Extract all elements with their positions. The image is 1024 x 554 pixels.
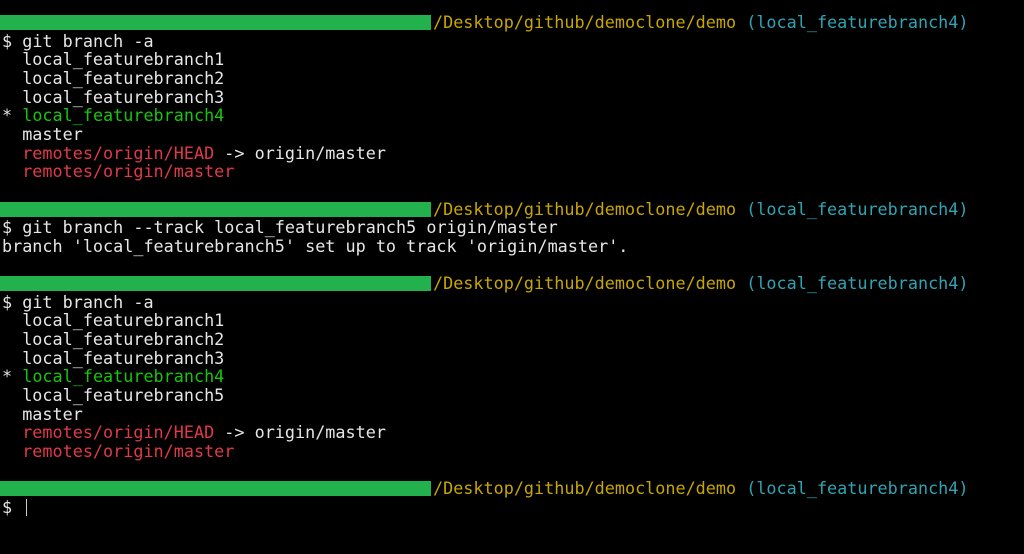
output-text: local_featurebranch3 <box>2 347 225 368</box>
prompt-path: /Desktop/github/democlone/demo <box>433 273 737 294</box>
prompt-line: /Desktop/github/democlone/demo (local_fe… <box>433 13 969 32</box>
output-line: master <box>2 123 83 144</box>
prompt-user-host-bar <box>0 201 431 217</box>
command-line: $ git branch --track local_featurebranch… <box>2 218 558 237</box>
text-cursor[interactable] <box>26 499 28 517</box>
remote-branch: remotes/origin/HEAD <box>2 142 215 163</box>
current-branch: local_featurebranch4 <box>22 105 225 126</box>
current-branch-marker: * <box>2 366 23 387</box>
branch-target: -> origin/master <box>214 422 386 443</box>
output-text: local_featurebranch1 <box>2 49 225 70</box>
output-line: * local_featurebranch4 <box>2 106 224 125</box>
output-line: local_featurebranch1 <box>2 50 224 69</box>
output-text: local_featurebranch3 <box>2 86 225 107</box>
prompt-line: /Desktop/github/democlone/demo (local_fe… <box>433 198 969 219</box>
prompt-user-host-bar <box>0 276 431 292</box>
prompt-branch: (local_featurebranch4) <box>746 12 969 32</box>
output-text: local_featurebranch2 <box>2 329 225 350</box>
prompt-line: /Desktop/github/democlone/demo (local_fe… <box>433 479 969 498</box>
current-branch: local_featurebranch4 <box>22 366 225 387</box>
command-line: $ git branch -a <box>2 30 154 51</box>
output-text: master <box>2 403 83 424</box>
output-line: remotes/origin/master <box>2 162 234 181</box>
output-line: master <box>2 403 83 424</box>
output-line: local_featurebranch5 <box>2 386 224 405</box>
prompt-symbol: $ <box>2 291 23 312</box>
current-branch-marker: * <box>2 105 23 126</box>
command-line[interactable]: $ <box>2 496 28 517</box>
prompt-branch: (local_featurebranch4) <box>746 273 969 294</box>
output-line: remotes/origin/HEAD -> origin/master <box>2 423 386 442</box>
prompt-symbol: $ <box>2 30 23 51</box>
output-line: remotes/origin/master <box>2 440 235 461</box>
branch-target: -> origin/master <box>214 142 386 163</box>
output-line: local_featurebranch1 <box>2 311 224 330</box>
command-text: git branch --track local_featurebranch5 … <box>22 217 558 238</box>
prompt-branch: (local_featurebranch4) <box>746 478 969 499</box>
prompt-line: /Desktop/github/democlone/demo (local_fe… <box>433 274 969 293</box>
output-line: local_featurebranch3 <box>2 86 225 107</box>
prompt-user-host-bar <box>0 15 431 30</box>
output-text: local_featurebranch2 <box>2 67 225 88</box>
command-line: $ git branch -a <box>2 291 154 312</box>
prompt-branch: (local_featurebranch4) <box>746 198 969 219</box>
prompt-path: /Desktop/github/democlone/demo <box>433 478 737 499</box>
command-text: git branch -a <box>22 291 154 312</box>
output-text: master <box>2 123 83 144</box>
prompt-symbol: $ <box>2 217 23 238</box>
output-text: branch 'local_featurebranch5' set up to … <box>2 235 629 256</box>
prompt-path: /Desktop/github/democlone/demo <box>433 12 737 32</box>
output-line: remotes/origin/HEAD -> origin/master <box>2 142 386 163</box>
prompt-user-host-bar <box>0 481 431 497</box>
output-line: * local_featurebranch4 <box>2 367 224 386</box>
prompt-path: /Desktop/github/democlone/demo <box>433 198 737 219</box>
command-text: git branch -a <box>22 30 154 51</box>
output-line: branch 'local_featurebranch5' set up to … <box>2 235 629 256</box>
output-line: local_featurebranch3 <box>2 347 225 368</box>
prompt-symbol: $ <box>2 496 23 517</box>
remote-branch: remotes/origin/master <box>2 161 235 182</box>
output-text: local_featurebranch5 <box>2 385 225 405</box>
output-text: local_featurebranch1 <box>2 310 225 331</box>
remote-branch: remotes/origin/master <box>2 440 235 461</box>
output-line: local_featurebranch2 <box>2 330 224 349</box>
output-line: local_featurebranch2 <box>2 67 225 88</box>
remote-branch: remotes/origin/HEAD <box>2 422 215 443</box>
